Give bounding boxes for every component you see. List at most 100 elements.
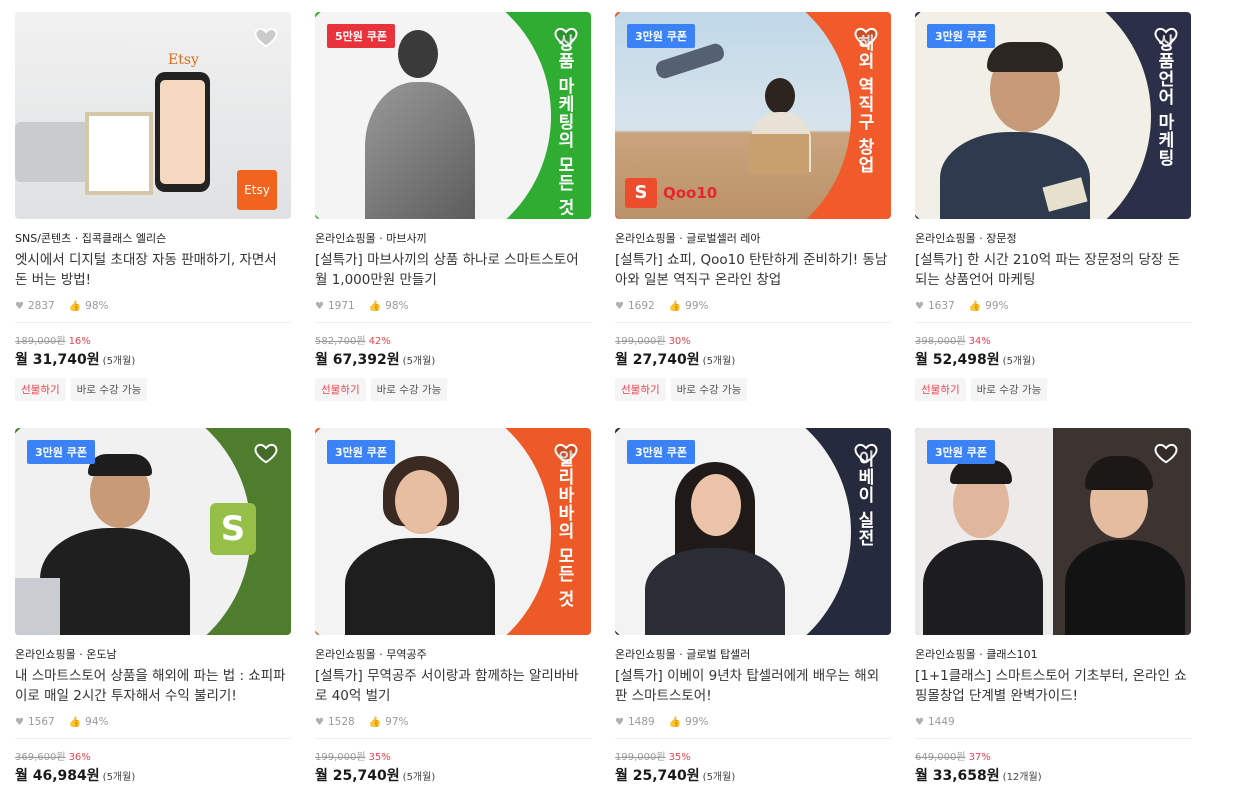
- shopee-logo: S: [625, 178, 657, 208]
- course-thumbnail[interactable]: S Qoo10 해외 역직구 창업 3만원 쿠폰: [615, 12, 891, 219]
- original-price: 369,600원 36%: [15, 752, 91, 763]
- original-price: 199,000원 30%: [615, 336, 691, 347]
- satisfaction-rate: 98%: [385, 300, 409, 312]
- course-stats: ♥ 1637 👍 99%: [915, 300, 1191, 312]
- wishlist-heart-icon[interactable]: [1153, 440, 1179, 466]
- course-card[interactable]: S Qoo10 해외 역직구 창업 3만원 쿠폰 온라인쇼핑몰 · 글로벌셀러 …: [615, 12, 891, 401]
- coupon-badge: 5만원 쿠폰: [327, 24, 395, 48]
- course-stats: ♥ 1489 👍 99%: [615, 716, 891, 728]
- heart-count-icon: ♥: [915, 716, 924, 728]
- wishlist-heart-icon[interactable]: [553, 24, 579, 50]
- gift-tag[interactable]: 선물하기: [315, 378, 366, 401]
- gift-tag[interactable]: 선물하기: [915, 378, 966, 401]
- tag-list: 선물하기 바로 수강 가능: [915, 378, 1191, 401]
- wishlist-heart-icon[interactable]: [853, 440, 879, 466]
- heart-count-icon: ♥: [615, 300, 624, 312]
- divider: [615, 738, 891, 739]
- course-title[interactable]: 내 스마트스토어 상품을 해외에 파는 법 : 쇼피파이로 매일 2시간 투자해…: [15, 666, 291, 708]
- course-thumbnail[interactable]: 3만원 쿠폰: [915, 428, 1191, 635]
- wishlist-heart-icon[interactable]: [253, 24, 279, 50]
- course-meta: 온라인쇼핑몰 · 클래스101: [915, 648, 1038, 661]
- course-card[interactable]: Etsy Etsy SNS/콘텐츠 · 집콕클래스 엘리슨 엣시에서 디지털 초…: [15, 12, 291, 401]
- wishlist-heart-icon[interactable]: [1153, 24, 1179, 50]
- etsy-badge: Etsy: [237, 170, 277, 210]
- qoo10-logo: Qoo10: [663, 184, 718, 202]
- course-stats: ♥ 1971 👍 98%: [315, 300, 591, 312]
- likes-count: 1567: [27, 716, 55, 728]
- likes-count: 1528: [327, 716, 355, 728]
- original-price: 582,700원 42%: [315, 336, 391, 347]
- gift-tag[interactable]: 선물하기: [615, 378, 666, 401]
- course-card[interactable]: 이베이 실전 3만원 쿠폰 온라인쇼핑몰 · 글로벌 탑셀러 [설특가] 이베이…: [615, 428, 891, 785]
- shopify-logo-icon: S: [210, 503, 256, 555]
- tag-list: 선물하기 바로 수강 가능: [15, 378, 291, 401]
- monthly-price: 월 46,984원 (5개월): [15, 768, 136, 784]
- course-stats: ♥ 1692 👍 99%: [615, 300, 891, 312]
- gift-tag[interactable]: 선물하기: [15, 378, 66, 401]
- heart-count-icon: ♥: [315, 300, 324, 312]
- course-card[interactable]: 상품언어 마케팅 3만원 쿠폰 온라인쇼핑몰 · 장문정 [설특가] 한 시간 …: [915, 12, 1191, 401]
- thumbs-up-icon: 👍: [368, 300, 382, 312]
- wishlist-heart-icon[interactable]: [253, 440, 279, 466]
- banner-text: 알리바바의 모든 것: [554, 450, 574, 608]
- course-thumbnail[interactable]: 상품언어 마케팅 3만원 쿠폰: [915, 12, 1191, 219]
- course-meta: 온라인쇼핑몰 · 마브사끼: [315, 232, 427, 245]
- instant-access-tag: 바로 수강 가능: [370, 378, 448, 401]
- monthly-price: 월 67,392원 (5개월): [315, 352, 436, 368]
- original-price: 398,000원 34%: [915, 336, 991, 347]
- likes-count: 2837: [27, 300, 55, 312]
- etsy-logo: Etsy: [168, 52, 199, 68]
- course-meta: 온라인쇼핑몰 · 무역공주: [315, 648, 427, 661]
- course-title[interactable]: [1+1클래스] 스마트스토어 기초부터, 온라인 쇼핑몰창업 단계별 완벽가이…: [915, 666, 1191, 708]
- banner-text: 상품언어 마케팅: [1154, 34, 1174, 167]
- wishlist-heart-icon[interactable]: [853, 24, 879, 50]
- thumbs-up-icon: 👍: [968, 300, 982, 312]
- wishlist-heart-icon[interactable]: [553, 440, 579, 466]
- course-thumbnail[interactable]: Etsy Etsy: [15, 12, 291, 219]
- course-meta: 온라인쇼핑몰 · 글로벌셀러 레아: [615, 232, 761, 245]
- coupon-badge: 3만원 쿠폰: [627, 440, 695, 464]
- course-thumbnail[interactable]: 알리바바의 모든 것 3만원 쿠폰: [315, 428, 591, 635]
- heart-count-icon: ♥: [15, 300, 24, 312]
- course-thumbnail[interactable]: S 3만원 쿠폰: [15, 428, 291, 635]
- coupon-badge: 3만원 쿠폰: [627, 24, 695, 48]
- coupon-badge: 3만원 쿠폰: [327, 440, 395, 464]
- course-thumbnail[interactable]: 상품 마케팅의 모든 것 5만원 쿠폰: [315, 12, 591, 219]
- course-stats: ♥ 1449: [915, 716, 1191, 728]
- course-title[interactable]: [설특가] 마브사끼의 상품 하나로 스마트스토어 월 1,000만원 만들기: [315, 250, 591, 292]
- satisfaction-rate: 99%: [985, 300, 1009, 312]
- likes-count: 1489: [627, 716, 655, 728]
- course-title[interactable]: [설특가] 한 시간 210억 파는 장문정의 당장 돈되는 상품언어 마케팅: [915, 250, 1191, 292]
- likes-count: 1449: [927, 716, 955, 728]
- thumbs-up-icon: 👍: [368, 716, 382, 728]
- course-card[interactable]: 알리바바의 모든 것 3만원 쿠폰 온라인쇼핑몰 · 무역공주 [설특가] 무역…: [315, 428, 591, 785]
- coupon-badge: 3만원 쿠폰: [927, 440, 995, 464]
- heart-count-icon: ♥: [315, 716, 324, 728]
- course-meta: SNS/콘텐츠 · 집콕클래스 엘리슨: [15, 232, 167, 245]
- likes-count: 1692: [627, 300, 655, 312]
- divider: [15, 738, 291, 739]
- course-stats: ♥ 1567 👍 94%: [15, 716, 291, 728]
- course-title[interactable]: [설특가] 무역공주 서이랑과 함께하는 알리바바로 40억 벌기: [315, 666, 591, 708]
- course-card[interactable]: 상품 마케팅의 모든 것 5만원 쿠폰 온라인쇼핑몰 · 마브사끼 [설특가] …: [315, 12, 591, 401]
- coupon-badge: 3만원 쿠폰: [27, 440, 95, 464]
- monthly-price: 월 27,740원 (5개월): [615, 352, 736, 368]
- course-thumbnail[interactable]: 이베이 실전 3만원 쿠폰: [615, 428, 891, 635]
- tag-list: 선물하기 바로 수강 가능: [615, 378, 891, 401]
- banner-text: 상품 마케팅의 모든 것: [554, 34, 574, 217]
- course-title[interactable]: [설특가] 이베이 9년차 탑셀러에게 배우는 해외판 스마트스토어!: [615, 666, 891, 708]
- divider: [315, 738, 591, 739]
- thumbs-up-icon: 👍: [668, 300, 682, 312]
- course-title[interactable]: 엣시에서 디지털 초대장 자동 판매하기, 자면서 돈 버는 방법!: [15, 250, 291, 292]
- divider: [315, 322, 591, 323]
- monthly-price: 월 52,498원 (5개월): [915, 352, 1036, 368]
- original-price: 199,000원 35%: [315, 752, 391, 763]
- banner-text: 해외 역직구 창업: [854, 34, 874, 174]
- monthly-price: 월 31,740원 (5개월): [15, 352, 136, 368]
- course-title[interactable]: [설특가] 쇼피, Qoo10 탄탄하게 준비하기! 동남아와 일본 역직구 온…: [615, 250, 891, 292]
- original-price: 649,000원 37%: [915, 752, 991, 763]
- course-card[interactable]: 3만원 쿠폰 온라인쇼핑몰 · 클래스101 [1+1클래스] 스마트스토어 기…: [915, 428, 1191, 785]
- course-card[interactable]: S 3만원 쿠폰 온라인쇼핑몰 · 온도남 내 스마트스토어 상품을 해외에 파…: [15, 428, 291, 785]
- divider: [15, 322, 291, 323]
- instant-access-tag: 바로 수강 가능: [70, 378, 148, 401]
